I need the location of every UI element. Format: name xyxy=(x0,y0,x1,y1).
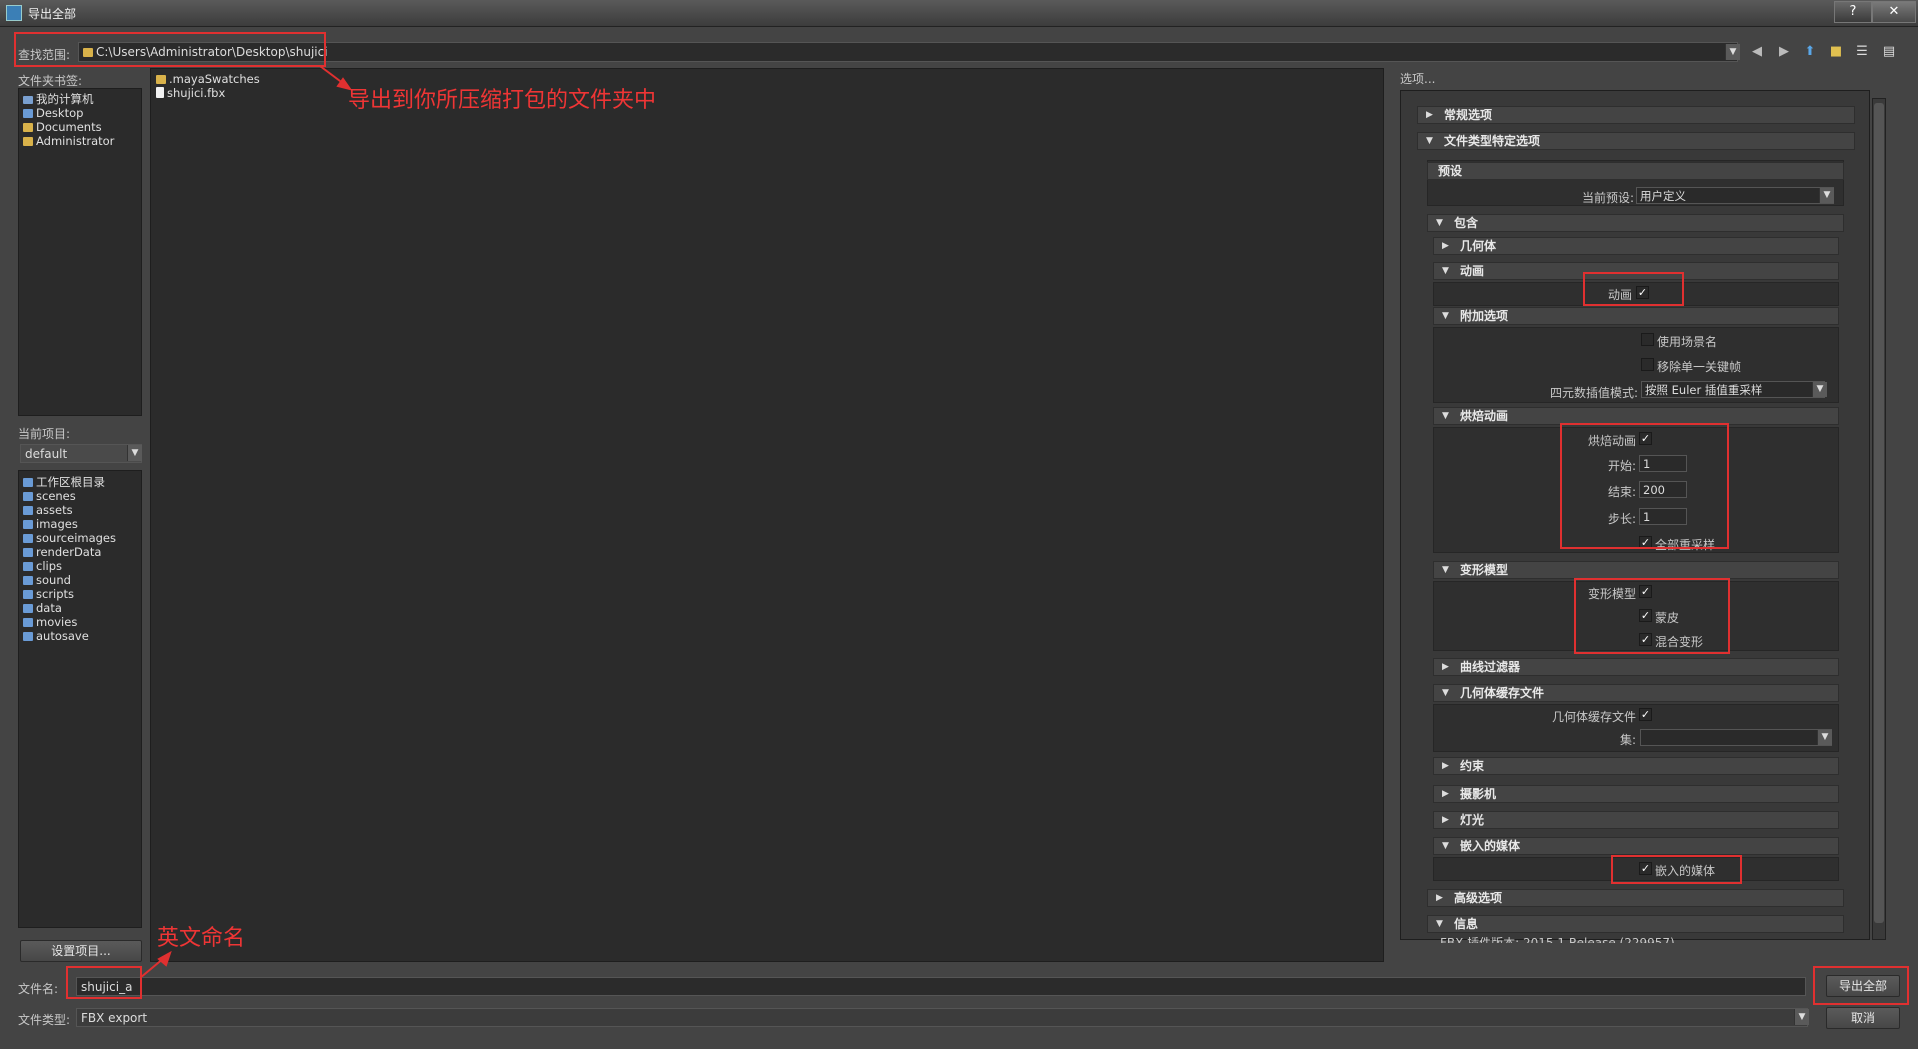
quat-label: 四元数插值模式: xyxy=(1549,386,1638,400)
section-extra[interactable]: ▼ 附加选项 xyxy=(1433,307,1839,325)
section-presets: 预设 xyxy=(1427,162,1844,180)
set-dropdown-arrow[interactable]: ▼ xyxy=(1817,730,1832,745)
quat-combo[interactable]: 按照 Euler 插值重采样 xyxy=(1641,381,1825,398)
options-scroll-thumb[interactable] xyxy=(1874,103,1884,923)
filetype-combo[interactable]: FBX export xyxy=(76,1008,1808,1027)
section-deformed[interactable]: ▼ 变形模型 xyxy=(1433,561,1839,579)
current-preset-label: 当前预设: xyxy=(1581,191,1634,205)
use-scene-name-label: 使用场景名 xyxy=(1657,335,1718,349)
section-lights[interactable]: ▶ 灯光 xyxy=(1433,811,1839,829)
section-info[interactable]: ▼ 信息 xyxy=(1427,915,1844,933)
set-label: 集: xyxy=(1619,733,1636,747)
section-filetype-specific[interactable]: ▼ 文件类型特定选项 xyxy=(1417,132,1855,150)
set-combo[interactable] xyxy=(1640,729,1832,746)
bake-highlight-box xyxy=(1560,423,1729,549)
preset-dropdown-arrow[interactable]: ▼ xyxy=(1819,188,1834,203)
embed-media-highlight-box xyxy=(1611,855,1742,884)
filename-highlight-box xyxy=(66,966,142,999)
geo-cache-cb-label: 几何体缓存文件 xyxy=(1551,710,1636,724)
filetype-label: 文件类型: xyxy=(18,1013,71,1027)
deformed-highlight-box xyxy=(1574,578,1730,654)
section-include[interactable]: ▼ 包含 xyxy=(1427,214,1844,232)
filetype-dropdown-arrow[interactable]: ▼ xyxy=(1794,1009,1809,1025)
animation-highlight-box xyxy=(1583,272,1684,306)
remove-single-key-label: 移除单一关键帧 xyxy=(1657,360,1742,374)
section-embed-media[interactable]: ▼ 嵌入的媒体 xyxy=(1433,837,1839,855)
section-advanced[interactable]: ▶ 高级选项 xyxy=(1427,889,1844,907)
folder-annotation: 导出到你所压缩打包的文件夹中 xyxy=(348,88,657,113)
name-annotation: 英文命名 xyxy=(157,926,246,951)
remove-single-key-checkbox[interactable] xyxy=(1641,358,1654,371)
use-scene-name-checkbox[interactable] xyxy=(1641,333,1654,346)
preset-combo[interactable]: 用户定义 xyxy=(1636,187,1834,204)
options-scrollbar[interactable] xyxy=(1872,98,1886,940)
section-geo-cache[interactable]: ▼ 几何体缓存文件 xyxy=(1433,684,1839,702)
export-highlight-box xyxy=(1813,966,1909,1005)
name-arrow-head xyxy=(157,950,172,967)
filename-input[interactable]: shujici_a xyxy=(76,977,1806,996)
filename-label: 文件名: xyxy=(18,982,59,996)
section-constraints[interactable]: ▶ 约束 xyxy=(1433,757,1839,775)
section-curve-filters[interactable]: ▶ 曲线过滤器 xyxy=(1433,658,1839,676)
section-cameras[interactable]: ▶ 摄影机 xyxy=(1433,785,1839,803)
options-title: 选项... xyxy=(1400,72,1436,86)
quat-dropdown-arrow[interactable]: ▼ xyxy=(1812,382,1827,397)
section-general[interactable]: ▶ 常规选项 xyxy=(1417,106,1855,124)
section-geometry[interactable]: ▶ 几何体 xyxy=(1433,237,1839,255)
info-text: FBX 插件版本: 2015.1 Release (229957) xyxy=(1440,937,1675,943)
geo-cache-checkbox[interactable]: ✓ xyxy=(1639,708,1652,721)
cancel-button[interactable]: 取消 xyxy=(1826,1007,1900,1029)
